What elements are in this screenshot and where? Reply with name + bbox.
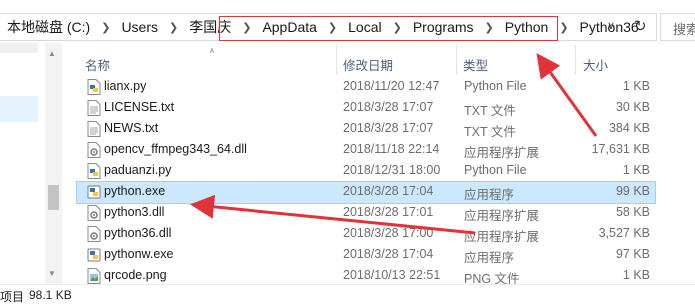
file-type: 应用程序 (464, 188, 515, 202)
nav-item[interactable] (0, 43, 38, 53)
crumb-users[interactable]: Users (119, 19, 160, 35)
dll-file-icon (87, 205, 101, 221)
python-exe-icon (87, 184, 101, 200)
file-row[interactable]: LICENSE.txt 2018/3/28 17:07 TXT 文件 30 KB (77, 98, 655, 119)
chevron-down-icon[interactable]: ∨ (607, 19, 615, 32)
file-date: 2018/10/13 22:51 (343, 268, 441, 282)
file-size: 97 KB (615, 247, 650, 261)
file-type: Python File (464, 79, 527, 93)
file-row[interactable]: NEWS.txt 2018/3/28 17:07 TXT 文件 384 KB (77, 119, 655, 140)
column-header-type[interactable]: 类型 (463, 55, 488, 74)
file-date: 2018/3/28 17:00 (343, 226, 434, 240)
file-name[interactable]: NEWS.txt (104, 121, 158, 135)
file-row[interactable]: pythonw.exe 2018/3/28 17:04 应用程序 97 KB (77, 245, 655, 266)
file-type: 应用程序扩展 (464, 230, 540, 244)
crumb-user-folder[interactable]: 李国庆 (187, 17, 233, 37)
crumb-drive[interactable]: 本地磁盘 (C:) (5, 17, 92, 37)
column-divider[interactable] (336, 45, 337, 75)
file-type: Python File (464, 163, 527, 177)
file-date: 2018/11/20 12:47 (343, 79, 440, 93)
chevron-right-icon[interactable]: ❯ (476, 21, 503, 34)
crumb-python[interactable]: Python (503, 19, 551, 35)
python-file-icon (87, 79, 101, 95)
column-divider[interactable] (575, 45, 576, 75)
column-header-name[interactable]: 名称 (85, 55, 110, 74)
chevron-right-icon[interactable]: ❯ (233, 21, 260, 34)
file-row[interactable]: paduanzi.py 2018/12/31 18:00 Python File 1 … (77, 161, 655, 182)
column-header-date[interactable]: 修改日期 (343, 55, 393, 74)
image-file-icon (87, 268, 101, 284)
chevron-right-icon[interactable]: ❯ (550, 21, 577, 34)
column-divider[interactable] (456, 45, 457, 75)
file-size: 384 KB (608, 121, 650, 135)
nav-item-selected[interactable] (0, 96, 38, 122)
file-name[interactable]: pythonw.exe (104, 247, 174, 261)
file-name[interactable]: qrcode.png (104, 268, 167, 282)
file-name[interactable]: python3.dll (104, 205, 164, 219)
file-name[interactable]: python36.dll (104, 226, 171, 240)
chevron-right-icon[interactable]: ❯ (384, 21, 411, 34)
file-name[interactable]: LICENSE.txt (104, 100, 174, 114)
column-header-size[interactable]: 大小 (583, 55, 608, 74)
file-date: 2018/3/28 17:07 (343, 100, 434, 114)
crumb-appdata[interactable]: AppData (260, 19, 318, 35)
file-row[interactable]: python36.dll 2018/3/28 17:00 应用程序扩展 3,527 K… (77, 224, 655, 245)
divider (0, 284, 695, 285)
file-size: 1 KB (622, 268, 650, 282)
file-date: 2018/3/28 17:01 (343, 205, 434, 219)
nav-scrollbar[interactable]: ▲ ▼ (45, 43, 62, 284)
file-size: 17,631 KB (591, 142, 650, 156)
chevron-right-icon[interactable]: ❯ (160, 21, 187, 34)
file-name[interactable]: paduanzi.py (104, 163, 171, 177)
file-type: TXT 文件 (464, 104, 516, 118)
scroll-down-icon[interactable]: ▼ (48, 269, 56, 278)
text-file-icon (87, 121, 101, 137)
file-size: 1 KB (622, 79, 650, 93)
search-input[interactable]: 搜索 (660, 13, 695, 41)
file-size: 3,527 KB (598, 226, 650, 240)
file-type: 应用程序 (464, 251, 515, 265)
file-name[interactable]: lianx.py (104, 79, 146, 93)
scrollbar-thumb[interactable] (48, 185, 59, 210)
crumb-local[interactable]: Local (346, 19, 383, 35)
status-bar: 项目 98.1 KB (0, 286, 695, 304)
status-selection-size: 98.1 KB (29, 288, 72, 302)
dll-file-icon (87, 226, 101, 242)
crumb-programs[interactable]: Programs (411, 19, 476, 35)
file-row[interactable]: python3.dll 2018/3/28 17:01 应用程序扩展 58 KB (77, 203, 655, 224)
file-size: 1 KB (622, 163, 650, 177)
file-date: 2018/3/28 17:07 (343, 121, 434, 135)
file-date: 2018/3/28 17:04 (343, 184, 434, 198)
text-file-icon (87, 100, 101, 116)
file-row[interactable]: python.exe 2018/3/28 17:04 应用程序 99 KB (76, 181, 656, 204)
file-size: 99 KB (615, 184, 650, 198)
file-date: 2018/11/18 22:14 (343, 142, 440, 156)
refresh-icon[interactable]: ↻ (634, 17, 647, 35)
dll-file-icon (87, 142, 101, 158)
file-size: 30 KB (615, 100, 650, 114)
address-bar[interactable]: 本地磁盘 (C:) ❯ Users ❯ 李国庆 ❯ AppData ❯ Loca… (0, 13, 657, 41)
chevron-right-icon[interactable]: ❯ (92, 21, 119, 34)
file-row[interactable]: opencv_ffmpeg343_64.dll 2018/11/18 22:14 应… (77, 140, 655, 161)
python-file-icon (87, 163, 101, 179)
scroll-up-icon[interactable]: ▲ (48, 49, 56, 58)
file-type: 应用程序扩展 (464, 146, 540, 160)
search-placeholder: 搜索 (673, 22, 695, 37)
file-name[interactable]: python.exe (104, 184, 165, 198)
file-name[interactable]: opencv_ffmpeg343_64.dll (104, 142, 247, 156)
file-type: TXT 文件 (464, 125, 516, 139)
file-type: 应用程序扩展 (464, 209, 540, 223)
file-row[interactable]: lianx.py 2018/11/20 12:47 Python File 1 KB (77, 77, 655, 98)
chevron-right-icon[interactable]: ❯ (319, 21, 346, 34)
status-items-label: 项目 (0, 290, 25, 304)
file-date: 2018/12/31 18:00 (343, 163, 441, 177)
python-exe-icon (87, 247, 101, 263)
file-date: 2018/3/28 17:04 (343, 247, 434, 261)
file-size: 58 KB (615, 205, 650, 219)
sort-ascending-icon: ∧ (209, 46, 215, 55)
